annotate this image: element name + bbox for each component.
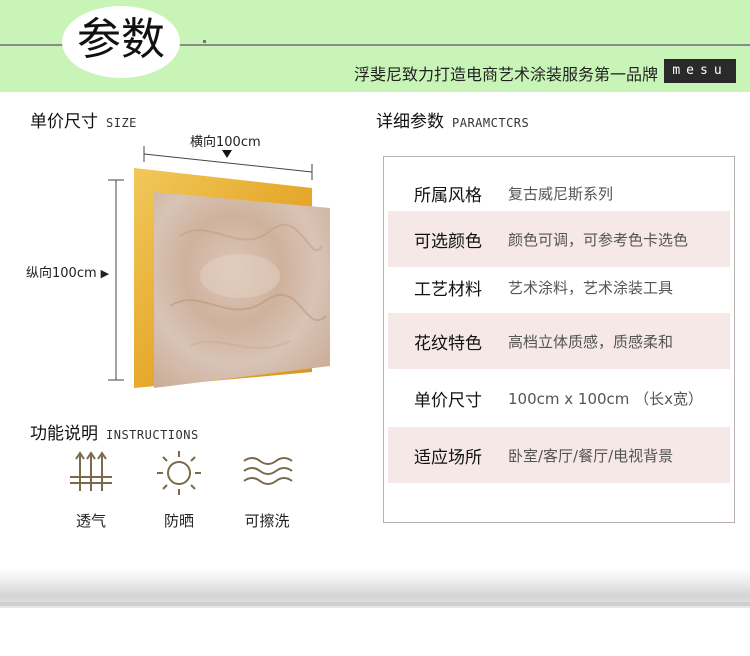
parameter-table: 所属风格 复古威尼斯系列 可选颜色 颜色可调，可参考色卡选色 工艺材料 艺术涂料…: [383, 156, 735, 523]
function-label-breathable: 透气: [75, 512, 106, 530]
params-section-title: 详细参数: [376, 112, 444, 132]
params-section-subtitle: PARAMCTCRS: [452, 116, 530, 130]
wave-icon: [243, 457, 293, 485]
param-key: 所属风格: [414, 185, 482, 206]
size-section-subtitle: SIZE: [106, 116, 137, 130]
function-label-sunproof: 防晒: [163, 512, 194, 530]
size-illustration: [108, 146, 330, 388]
down-arrow-icon: [222, 150, 232, 158]
param-key: 花纹特色: [414, 333, 482, 354]
size-section-title: 单价尺寸: [30, 112, 98, 132]
bottom-divider: [0, 602, 750, 606]
brand-logo: mesu: [664, 59, 736, 83]
param-key: 可选颜色: [414, 231, 482, 252]
param-row-size: 单价尺寸 100cm x 100cm （长x宽）: [388, 370, 730, 426]
param-value: 100cm x 100cm （长x宽）: [508, 389, 704, 408]
param-value: 颜色可调，可参考色卡选色: [508, 230, 689, 249]
param-value: 复古威尼斯系列: [508, 184, 614, 203]
function-section-subtitle: INSTRUCTIONS: [106, 428, 199, 442]
param-row-materials: 工艺材料 艺术涂料，艺术涂装工具: [388, 259, 730, 315]
param-value: 卧室/客厅/餐厅/电视背景: [508, 446, 674, 465]
param-value: 艺术涂料，艺术涂装工具: [508, 278, 674, 297]
page-title: 参数: [77, 14, 165, 65]
param-value: 高档立体质感，质感柔和: [508, 332, 674, 351]
horizontal-dimension-line: [143, 153, 313, 173]
breathable-icon: [70, 451, 112, 491]
param-row-usage: 适应场所 卧室/客厅/餐厅/电视背景: [388, 427, 730, 483]
header-band: 参数 浮斐尼致力打造电商艺术涂装服务第一品牌 mesu: [0, 0, 750, 92]
sun-icon: [157, 451, 201, 495]
function-label-washable: 可擦洗: [244, 512, 290, 530]
brand-slogan: 浮斐尼致力打造电商艺术涂装服务第一品牌: [353, 65, 658, 84]
param-key: 工艺材料: [414, 279, 482, 300]
header-dot: [203, 40, 206, 43]
size-section-heading: 单价尺寸 SIZE: [30, 107, 137, 132]
param-row-pattern: 花纹特色 高档立体质感，质感柔和: [388, 313, 730, 369]
param-key: 适应场所: [414, 447, 482, 468]
params-section-heading: 详细参数 PARAMCTCRS: [376, 107, 529, 132]
param-key: 单价尺寸: [414, 390, 482, 411]
